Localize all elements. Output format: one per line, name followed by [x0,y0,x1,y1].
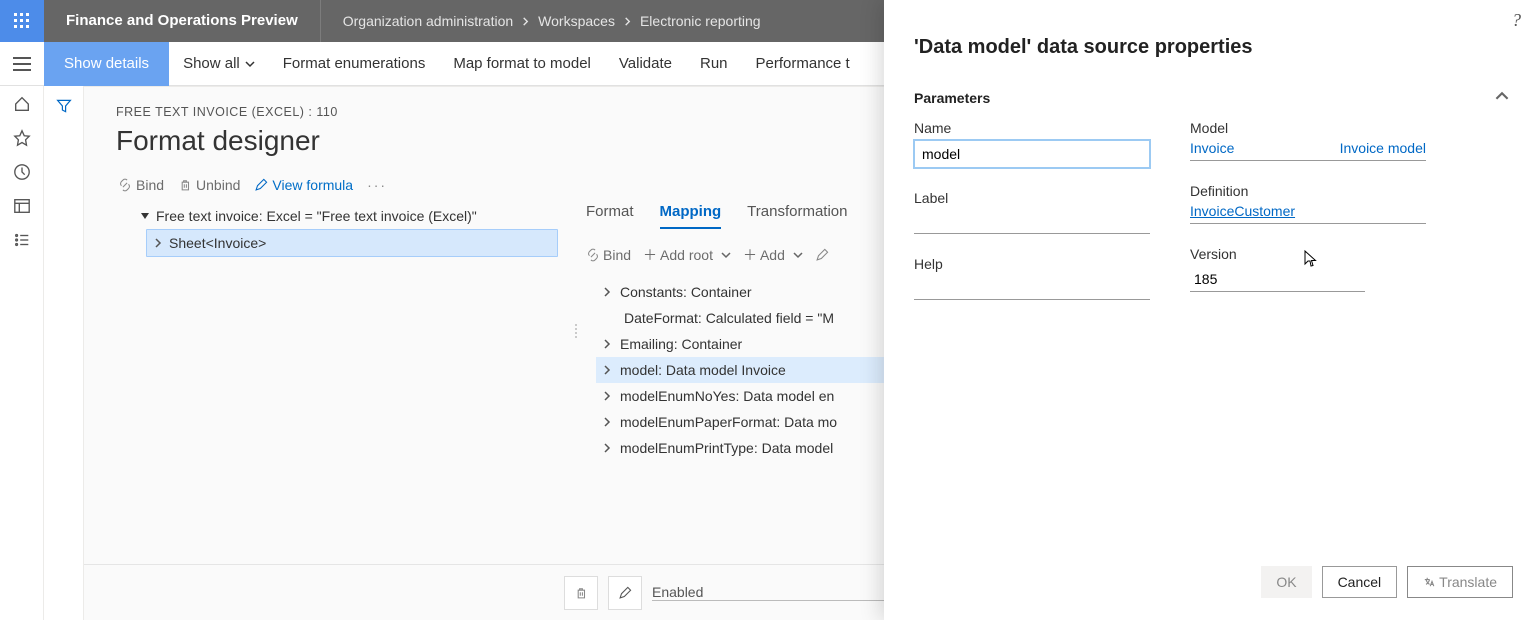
tree-node-label: Free text invoice: Excel = "Free text in… [156,208,477,224]
map-bind-label: Bind [603,247,631,263]
filter-icon[interactable] [56,98,72,117]
map-format-button[interactable]: Map format to model [439,42,605,86]
ds-node-label: model: Data model Invoice [620,362,786,378]
breadcrumb: Organization administration Workspaces E… [321,0,783,42]
tree-node-sheet[interactable]: Sheet<Invoice> [146,229,558,257]
name-input[interactable] [914,140,1150,168]
breadcrumb-item[interactable]: Workspaces [534,13,619,29]
unbind-button[interactable]: Unbind [178,177,240,193]
list-icon[interactable] [12,230,32,250]
star-icon[interactable] [12,128,32,148]
more-icon[interactable]: ··· [367,177,387,193]
left-rail [0,86,44,620]
ds-node-label: modelEnumPaperFormat: Data mo [620,414,837,430]
add-label: Add [760,247,785,263]
map-edit-icon[interactable] [815,248,829,262]
app-launcher-button[interactable] [0,0,44,42]
model-link[interactable]: Invoice [1190,140,1234,156]
properties-flyout: ? 'Data model' data source properties Pa… [884,0,1539,620]
app-title: Finance and Operations Preview [44,0,321,42]
ds-node-label: modelEnumNoYes: Data model en [620,388,834,404]
run-button[interactable]: Run [686,42,742,86]
flyout-title: 'Data model' data source properties [914,36,1509,59]
label-input[interactable] [914,210,1150,234]
ds-node-label: modelEnumPrintType: Data model [620,440,833,456]
model-value[interactable]: Invoice model [1340,140,1426,156]
filter-column [44,86,84,620]
translate-label: Translate [1439,574,1497,590]
label-label: Label [914,190,1150,206]
cancel-button[interactable]: Cancel [1322,566,1398,598]
splitter[interactable] [566,203,586,461]
chevron-right-icon [517,13,534,29]
definition-label: Definition [1190,183,1426,199]
show-details-button[interactable]: Show details [44,42,169,86]
help-label: Help [914,256,1150,272]
view-formula-button[interactable]: View formula [254,177,353,193]
view-formula-label: View formula [272,177,353,193]
unbind-label: Unbind [196,177,240,193]
help-input[interactable] [914,276,1150,300]
workspace-icon[interactable] [12,196,32,216]
performance-button[interactable]: Performance t [742,42,864,86]
tree-node-label: Sheet<Invoice> [169,235,266,251]
home-icon[interactable] [12,94,32,114]
tab-format[interactable]: Format [586,203,634,229]
add-root-button[interactable]: ＋ Add root [643,245,731,265]
add-root-label: Add root [660,247,713,263]
help-icon[interactable]: ? [1512,10,1521,31]
ds-node-label: DateFormat: Calculated field = "M [624,310,834,326]
section-label: Parameters [914,90,990,106]
breadcrumb-item[interactable]: Organization administration [339,13,517,29]
validate-button[interactable]: Validate [605,42,686,86]
edit-button[interactable] [608,576,642,610]
ds-node-label: Constants: Container [620,284,752,300]
version-label: Version [1190,246,1426,262]
clock-icon[interactable] [12,162,32,182]
tab-transformations[interactable]: Transformation [747,203,847,229]
format-tree: Free text invoice: Excel = "Free text in… [116,203,566,461]
tab-mapping[interactable]: Mapping [660,203,722,229]
translate-button[interactable]: Translate [1407,566,1513,598]
delete-button[interactable] [564,576,598,610]
definition-link[interactable]: InvoiceCustomer [1190,203,1295,219]
show-all-dropdown[interactable]: Show all [169,42,269,86]
add-button[interactable]: ＋ Add [743,245,803,265]
name-label: Name [914,120,1150,136]
bind-button[interactable]: Bind [118,177,164,193]
ok-button[interactable]: OK [1261,566,1311,598]
format-enumerations-button[interactable]: Format enumerations [269,42,440,86]
hamburger-button[interactable] [0,42,44,86]
plus-icon: ＋ [743,245,757,265]
tree-node-root[interactable]: Free text invoice: Excel = "Free text in… [134,203,558,229]
version-input[interactable] [1190,266,1365,292]
map-bind-button[interactable]: Bind [586,247,631,263]
show-all-label: Show all [183,42,240,86]
breadcrumb-item[interactable]: Electronic reporting [636,13,765,29]
chevron-right-icon [619,13,636,29]
plus-icon: ＋ [643,245,657,265]
chevron-up-icon[interactable] [1495,89,1509,106]
bind-label: Bind [136,177,164,193]
ds-node-label: Emailing: Container [620,336,742,352]
model-label: Model [1190,120,1426,136]
